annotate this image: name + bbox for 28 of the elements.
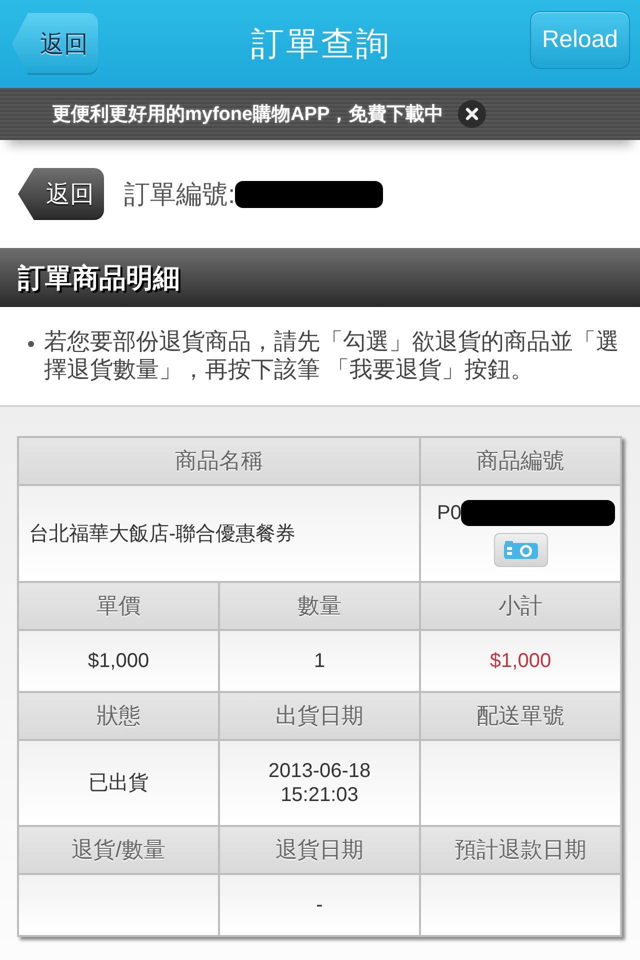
close-icon[interactable] xyxy=(458,100,486,128)
product-code: P0 xyxy=(437,501,462,526)
column-header: 預計退款日期 xyxy=(421,827,620,873)
table-cell: 2013-06-18 15:21:03 xyxy=(220,741,419,825)
page-title: 訂單查詢 xyxy=(251,24,391,64)
table-cell: $1,000 xyxy=(421,631,620,691)
table-cell: $1,000 xyxy=(19,631,218,691)
column-header: 小計 xyxy=(421,583,620,629)
column-header: 單價 xyxy=(19,583,218,629)
column-header: 商品編號 xyxy=(421,438,620,484)
column-header: 退貨/數量 xyxy=(19,827,218,873)
order-number-label: 訂單編號: xyxy=(124,178,236,210)
instruction-text: 若您要部份退貨商品，請先「勾選」欲退貨的商品並「選擇退貨數量」，再按下該筆 「我要退貨」按鈕。 xyxy=(44,327,620,383)
column-header: 退貨日期 xyxy=(220,827,419,873)
column-header: 出貨日期 xyxy=(220,693,419,739)
column-header: 數量 xyxy=(220,583,419,629)
column-header: 配送單號 xyxy=(421,693,620,739)
section-title: 訂單商品明細 xyxy=(18,262,180,294)
back-button[interactable]: 返回 xyxy=(12,13,98,75)
table-cell: 1 xyxy=(220,631,419,691)
table-cell: - xyxy=(220,875,419,935)
column-header: 狀態 xyxy=(19,693,218,739)
table-cell: 台北福華大飯店-聯合優惠餐券 xyxy=(19,486,419,581)
banner-text[interactable]: 更便利更好用的myfone購物APP，免費下載中 xyxy=(52,101,444,127)
column-header: 商品名稱 xyxy=(19,438,419,484)
bullet-icon xyxy=(28,341,34,347)
back-button[interactable]: 返回 xyxy=(18,168,104,220)
table-cell: 已出貨 xyxy=(19,741,218,825)
